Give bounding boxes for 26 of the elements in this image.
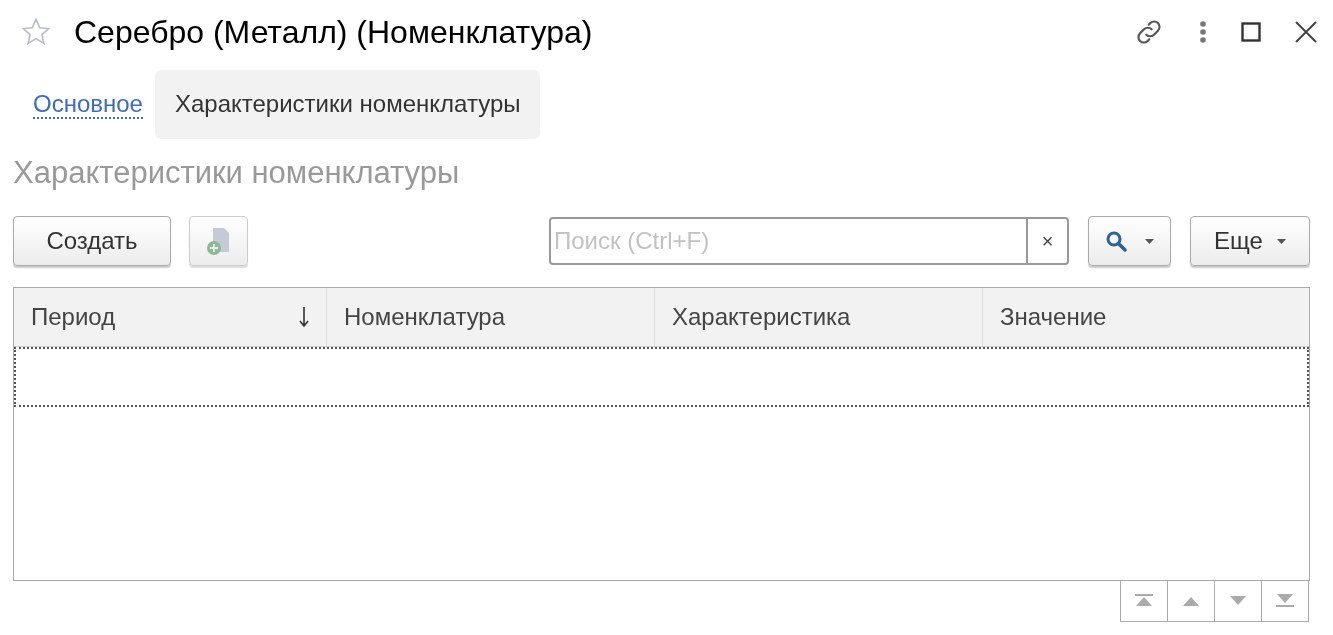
search-button[interactable] xyxy=(1088,216,1171,266)
table-row[interactable] xyxy=(14,347,1309,407)
column-header[interactable]: Период xyxy=(14,288,327,346)
column-header[interactable]: Значение xyxy=(983,288,1309,346)
first-icon xyxy=(1134,594,1154,608)
search-field[interactable]: Поиск (Ctrl+F) × xyxy=(549,217,1069,265)
more-icon[interactable] xyxy=(1199,20,1207,44)
tab[interactable]: Характеристики номенклатуры xyxy=(154,69,541,139)
column-header[interactable]: Характеристика xyxy=(655,288,983,346)
more-button[interactable]: Еще xyxy=(1190,216,1310,266)
star-icon[interactable] xyxy=(20,16,52,48)
caret-icon xyxy=(1276,238,1286,244)
sort-arrow-icon xyxy=(299,307,309,327)
tab[interactable]: Основное xyxy=(21,69,155,139)
maximize-icon[interactable] xyxy=(1241,22,1261,42)
clear-button[interactable]: × xyxy=(1026,219,1067,263)
scroll-to-bottom-button[interactable] xyxy=(1261,581,1309,622)
close-icon[interactable] xyxy=(1295,21,1317,43)
scroll-to-top-button[interactable] xyxy=(1120,581,1168,622)
caret-icon xyxy=(1145,238,1154,244)
search-icon xyxy=(1105,230,1127,252)
last-icon xyxy=(1275,594,1295,608)
create-button[interactable]: Создать xyxy=(13,216,171,266)
window-title: Серебро (Металл) (Номенклатура) xyxy=(74,13,593,52)
column-header[interactable]: Номенклатура xyxy=(327,288,655,346)
section-title: Характеристики номенклатуры xyxy=(13,154,460,192)
